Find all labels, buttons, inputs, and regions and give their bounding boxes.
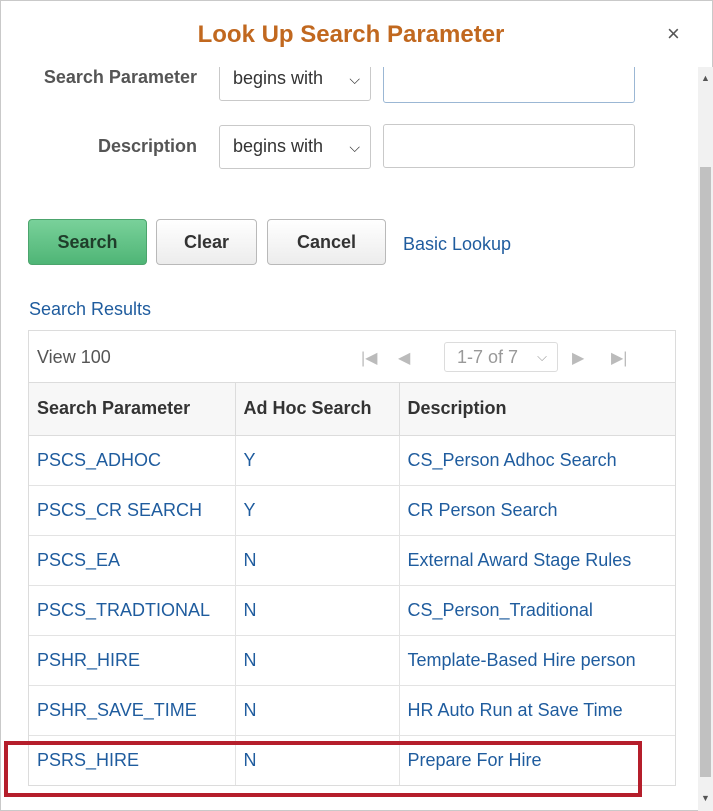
result-link[interactable]: HR Auto Run at Save Time — [408, 700, 623, 720]
first-page-icon[interactable]: |◀ — [361, 348, 377, 368]
cell-search-parameter[interactable]: PSCS_ADHOC — [29, 435, 236, 486]
cancel-button[interactable]: Cancel — [267, 219, 386, 265]
results-table: Search Parameter Ad Hoc Search Descripti… — [29, 383, 675, 785]
chevron-down-icon: ⌵ — [349, 71, 360, 87]
result-link[interactable]: PSCS_TRADTIONAL — [37, 600, 210, 620]
search-parameter-operator-select[interactable]: begins with ⌵ — [219, 67, 371, 101]
table-row[interactable]: PSCS_TRADTIONAL N CS_Person_Traditional — [29, 585, 675, 636]
lookup-dialog: Look Up Search Parameter × Search Parame… — [0, 0, 713, 811]
result-link[interactable]: Y — [244, 500, 256, 520]
cell-search-parameter[interactable]: PSCS_TRADTIONAL — [29, 585, 236, 636]
column-header-description: Description — [399, 383, 675, 436]
table-row[interactable]: PSHR_HIRE N Template-Based Hire person — [29, 635, 675, 686]
result-link[interactable]: PSRS_HIRE — [37, 750, 139, 770]
view-all-link[interactable]: View 100 — [37, 347, 111, 368]
pager-select[interactable]: 1-7 of 7 ⌵ — [444, 342, 558, 372]
cell-search-parameter[interactable]: PSCS_EA — [29, 535, 236, 586]
pager-value: 1-7 of 7 — [457, 347, 519, 367]
table-header-row: Search Parameter Ad Hoc Search Descripti… — [29, 383, 675, 436]
result-link[interactable]: N — [244, 700, 257, 720]
description-operator-value: begins with — [233, 136, 324, 156]
result-link[interactable]: N — [244, 600, 257, 620]
search-results-title: Search Results — [29, 299, 152, 319]
result-link[interactable]: PSCS_EA — [37, 550, 120, 570]
chevron-down-icon: ⌵ — [537, 349, 547, 364]
description-label: Description — [97, 136, 197, 156]
column-header-search-parameter: Search Parameter — [29, 383, 236, 436]
scroll-up-arrow-icon[interactable]: ▲ — [698, 73, 713, 85]
close-icon[interactable]: × — [667, 23, 680, 45]
cell-description[interactable]: CR Person Search — [399, 485, 675, 536]
cell-description[interactable]: External Award Stage Rules — [399, 535, 675, 586]
search-parameter-input[interactable] — [383, 67, 635, 103]
result-link[interactable]: CR Person Search — [408, 500, 558, 520]
scrollbar-thumb[interactable] — [700, 167, 711, 777]
result-link[interactable]: PSCS_ADHOC — [37, 450, 161, 470]
result-link[interactable]: Y — [244, 450, 256, 470]
cell-ad-hoc-search[interactable]: Y — [235, 435, 400, 486]
cell-description[interactable]: Prepare For Hire — [399, 735, 675, 785]
result-link[interactable]: PSHR_SAVE_TIME — [37, 700, 197, 720]
result-link[interactable]: N — [244, 750, 257, 770]
search-parameter-label: Search Parameter — [43, 67, 197, 87]
result-link[interactable]: PSHR_HIRE — [37, 650, 140, 670]
result-link[interactable]: N — [244, 550, 257, 570]
grid-navigation-bar: View 100 |◀ ◀ 1-7 of 7 ⌵ ▶ ▶| — [29, 331, 675, 383]
cell-search-parameter[interactable]: PSCS_CR SEARCH — [29, 485, 236, 536]
table-row[interactable]: PSCS_EA N External Award Stage Rules — [29, 535, 675, 586]
result-link[interactable]: PSCS_CR SEARCH — [37, 500, 202, 520]
cell-search-parameter[interactable]: PSHR_SAVE_TIME — [29, 685, 236, 736]
scroll-down-arrow-icon[interactable]: ▼ — [698, 793, 713, 805]
dialog-content: Search Parameter begins with ⌵ Descripti… — [1, 67, 698, 811]
description-input[interactable] — [383, 124, 635, 168]
cell-description[interactable]: CS_Person_Traditional — [399, 585, 675, 636]
dialog-title: Look Up Search Parameter — [197, 21, 505, 48]
cell-search-parameter[interactable]: PSHR_HIRE — [29, 635, 236, 686]
result-link[interactable]: External Award Stage Rules — [408, 550, 632, 570]
next-page-icon[interactable]: ▶ — [572, 348, 584, 368]
cell-ad-hoc-search[interactable]: N — [235, 735, 400, 785]
cell-ad-hoc-search[interactable]: N — [235, 535, 400, 586]
result-link[interactable]: Prepare For Hire — [408, 750, 542, 770]
result-link[interactable]: N — [244, 650, 257, 670]
description-operator-select[interactable]: begins with ⌵ — [219, 125, 371, 169]
search-button[interactable]: Search — [28, 219, 147, 265]
previous-page-icon[interactable]: ◀ — [398, 348, 410, 368]
cell-ad-hoc-search[interactable]: N — [235, 635, 400, 686]
clear-button[interactable]: Clear — [156, 219, 257, 265]
result-link[interactable]: Template-Based Hire person — [408, 650, 636, 670]
last-page-icon[interactable]: ▶| — [611, 348, 627, 368]
cell-ad-hoc-search[interactable]: N — [235, 585, 400, 636]
table-row[interactable]: PSRS_HIRE N Prepare For Hire — [29, 735, 675, 785]
cell-ad-hoc-search[interactable]: N — [235, 685, 400, 736]
cell-search-parameter[interactable]: PSRS_HIRE — [29, 735, 236, 785]
table-row[interactable]: PSCS_ADHOC Y CS_Person Adhoc Search — [29, 435, 675, 486]
table-row[interactable]: PSCS_CR SEARCH Y CR Person Search — [29, 485, 675, 536]
basic-lookup-link[interactable]: Basic Lookup — [403, 234, 511, 255]
search-parameter-operator-value: begins with — [233, 68, 324, 88]
chevron-down-icon: ⌵ — [349, 139, 360, 155]
dialog-titlebar: Look Up Search Parameter × — [1, 1, 712, 67]
cell-description[interactable]: HR Auto Run at Save Time — [399, 685, 675, 736]
result-link[interactable]: CS_Person_Traditional — [408, 600, 593, 620]
cell-description[interactable]: CS_Person Adhoc Search — [399, 435, 675, 486]
table-row[interactable]: PSHR_SAVE_TIME N HR Auto Run at Save Tim… — [29, 685, 675, 736]
vertical-scrollbar[interactable]: ▲ ▼ — [698, 67, 713, 811]
cell-description[interactable]: Template-Based Hire person — [399, 635, 675, 686]
cell-ad-hoc-search[interactable]: Y — [235, 485, 400, 536]
search-results-grid: View 100 |◀ ◀ 1-7 of 7 ⌵ ▶ ▶| Search Par… — [28, 330, 676, 786]
column-header-ad-hoc-search: Ad Hoc Search — [235, 383, 400, 436]
result-link[interactable]: CS_Person Adhoc Search — [408, 450, 617, 470]
